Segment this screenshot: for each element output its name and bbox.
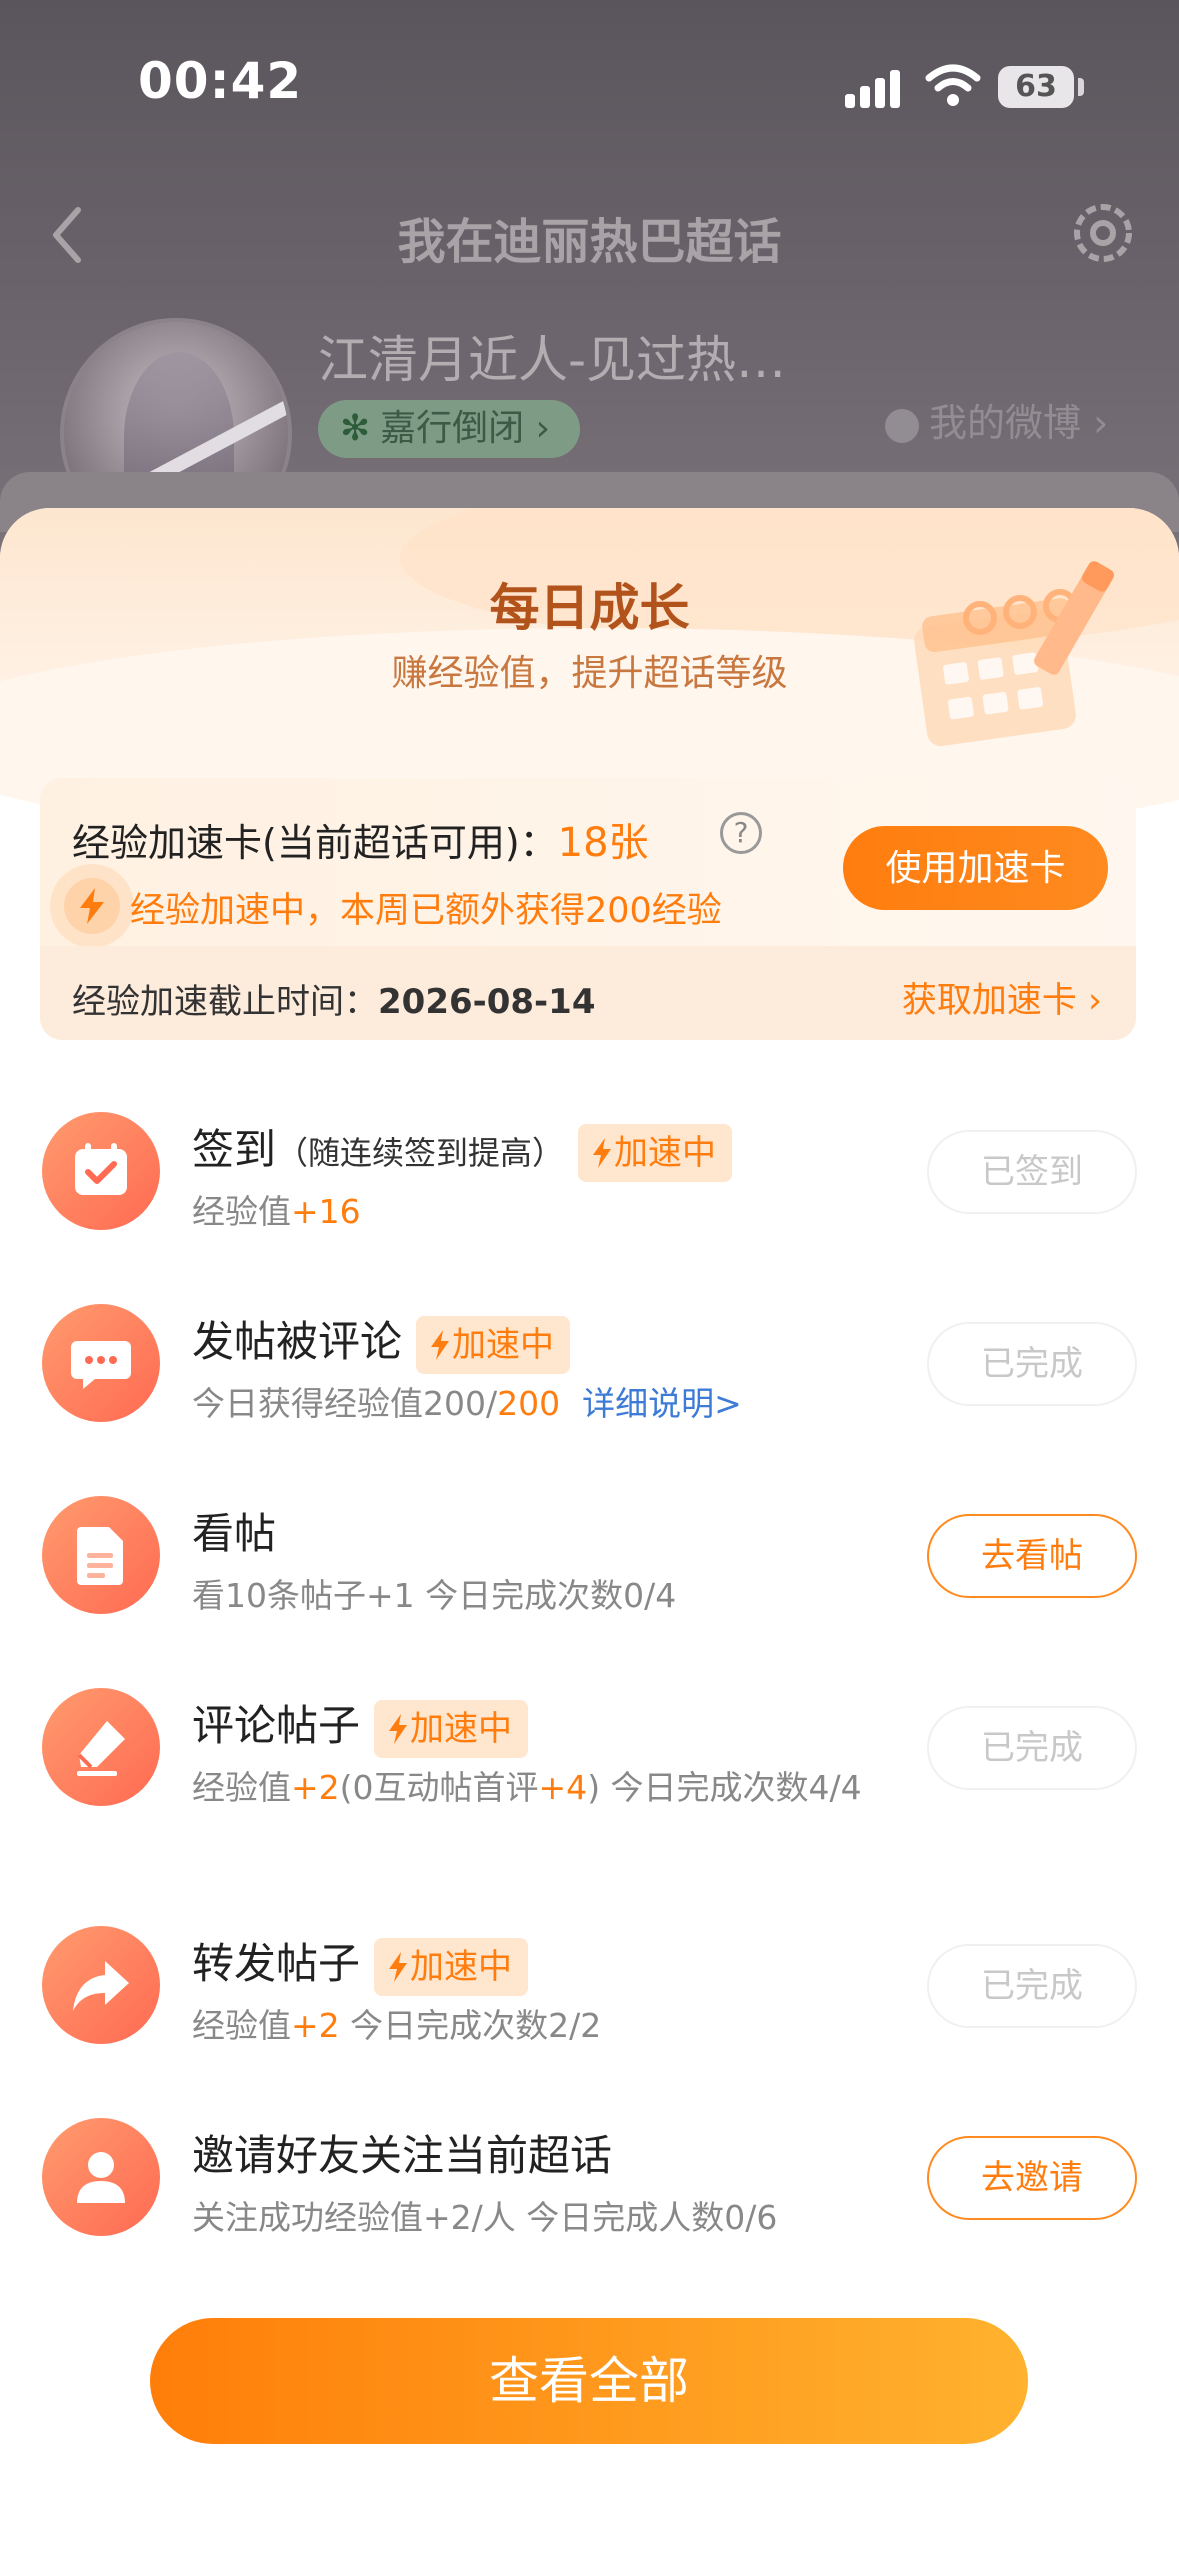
- nav-bar: 我在迪丽热巴超话: [0, 180, 1179, 290]
- help-icon[interactable]: ?: [720, 812, 762, 854]
- go-view-button[interactable]: 去看帖: [927, 1514, 1137, 1598]
- my-weibo-link[interactable]: 我的微博 ›: [885, 392, 1108, 447]
- boost-tag: 加速中: [578, 1123, 733, 1182]
- task-title-text: 签到: [192, 1125, 277, 1174]
- task-note: （随连续签到提高）: [276, 1134, 565, 1172]
- boost-label: 加速中: [452, 1324, 555, 1365]
- task-desc-highlight: 200: [497, 1384, 561, 1423]
- chevron-right-icon: ›: [535, 408, 551, 449]
- task-repost: 转发帖子 加速中 经验值+2 今日完成次数2/2 已完成: [0, 1890, 1179, 2080]
- boost-tag: 加速中: [374, 1937, 529, 1996]
- task-post-commented: 发帖被评论 加速中 今日获得经验值200/200 详细说明> 已完成: [0, 1268, 1179, 1458]
- sheet-subtitle: 赚经验值，提升超话等级: [391, 653, 788, 694]
- task-title: 评论帖子 加速中: [192, 1692, 529, 1758]
- cellular-signal-icon: [845, 68, 905, 108]
- go-invite-button[interactable]: 去邀请: [927, 2136, 1137, 2220]
- get-speed-card-link[interactable]: 获取加速卡 ›: [902, 972, 1102, 1023]
- speed-deadline: 经验加速截止时间：2026-08-14: [72, 974, 595, 1023]
- status-time: 00:42: [138, 52, 303, 110]
- calendar-check-icon: [42, 1112, 160, 1230]
- deadline-label: 经验加速截止时间：: [72, 982, 378, 1022]
- person-icon: [42, 2118, 160, 2236]
- task-done-button[interactable]: 已完成: [927, 1706, 1137, 1790]
- use-speed-card-button[interactable]: 使用加速卡: [843, 826, 1108, 910]
- task-desc: 经验值+16: [192, 1188, 892, 1236]
- person-icon: [885, 408, 919, 443]
- task-desc: 关注成功经验值+2/人 今日完成人数0/6: [192, 2198, 778, 2237]
- speed-card-count: 18张: [557, 820, 649, 866]
- task-desc-text: 今日完成次数2/2: [339, 2006, 602, 2045]
- deadline-date: 2026-08-14: [378, 982, 596, 1022]
- task-invite-friends: 邀请好友关注当前超话 关注成功经验值+2/人 今日完成人数0/6 去邀请: [0, 2082, 1179, 2272]
- boost-label: 加速中: [410, 1708, 513, 1749]
- task-comment-posts: 评论帖子 加速中 经验值+2(0互动帖首评+4) 今日完成次数4/4 已完成: [0, 1652, 1179, 1882]
- page-title: 我在迪丽热巴超话: [397, 214, 782, 270]
- gear-icon[interactable]: [1065, 195, 1141, 271]
- boost-tag: 加速中: [416, 1315, 571, 1374]
- task-desc-text: 经验值: [192, 2006, 291, 2045]
- group-tag-label: 嘉行倒闭: [380, 408, 525, 449]
- task-desc: 今日获得经验值200/200 详细说明>: [192, 1380, 892, 1428]
- share-arrow-icon: [42, 1926, 160, 2044]
- details-link[interactable]: 详细说明>: [582, 1384, 742, 1423]
- speed-card-bottom: 经验加速截止时间：2026-08-14 获取加速卡 ›: [40, 946, 1136, 1040]
- chat-bubble-icon: [42, 1304, 160, 1422]
- sheet-title: 每日成长: [489, 579, 690, 637]
- speed-card-panel: 经验加速卡(当前超话可用)：18张 ? 经验加速中，本周已额外获得200经验 使…: [40, 778, 1136, 1040]
- my-weibo-label: 我的微博 ›: [929, 401, 1109, 445]
- task-desc: 经验值+2 今日完成次数2/2: [192, 2002, 892, 2050]
- task-desc-highlight: +16: [291, 1192, 361, 1231]
- battery-icon: 63: [998, 66, 1074, 108]
- task-desc: 经验值+2(0互动帖首评+4) 今日完成次数4/4: [192, 1764, 892, 1812]
- speed-card-top: 经验加速卡(当前超话可用)：18张 ? 经验加速中，本周已额外获得200经验 使…: [40, 778, 1136, 946]
- task-title: 转发帖子 加速中: [192, 1930, 529, 1996]
- speed-card-label-text: 经验加速卡(当前超话可用)：: [72, 821, 558, 865]
- task-title-text: 转发帖子: [192, 1939, 361, 1988]
- task-desc-text: 经验值: [192, 1768, 291, 1807]
- task-view-posts: 看帖 看10条帖子+1 今日完成次数0/4 去看帖: [0, 1460, 1179, 1650]
- speed-card-label: 经验加速卡(当前超话可用)：18张: [72, 810, 649, 868]
- task-checkin: 签到（随连续签到提高） 加速中 经验值+16 已签到: [0, 1076, 1179, 1266]
- daily-growth-sheet: 每日成长 赚经验值，提升超话等级 经验加速卡(当前超话可用)：18张 ? 经验加…: [0, 508, 1179, 2556]
- task-title: 签到（随连续签到提高） 加速中: [192, 1116, 733, 1182]
- task-desc-highlight: +4: [538, 1768, 588, 1807]
- task-done-button[interactable]: 已完成: [927, 1944, 1137, 2028]
- task-title-text: 发帖被评论: [192, 1317, 403, 1366]
- eraser-pen-icon: [42, 1688, 160, 1806]
- task-desc-highlight: +2: [291, 1768, 340, 1807]
- task-title-text: 评论帖子: [192, 1701, 361, 1750]
- boost-label: 加速中: [410, 1946, 513, 1987]
- task-title: 邀请好友关注当前超话: [192, 2131, 613, 2180]
- speed-status: 经验加速中，本周已额外获得200经验: [130, 891, 722, 931]
- bolt-icon: [64, 878, 120, 934]
- snowflake-icon: ✻: [340, 408, 371, 449]
- boost-label: 加速中: [614, 1132, 717, 1173]
- task-desc-text: 今日获得经验值200/: [192, 1384, 498, 1423]
- document-icon: [42, 1496, 160, 1614]
- task-desc: 看10条帖子+1 今日完成次数0/4: [192, 1576, 677, 1615]
- group-tag[interactable]: ✻ 嘉行倒闭 ›: [318, 400, 581, 458]
- wifi-icon: [925, 64, 981, 106]
- task-title: 发帖被评论 加速中: [192, 1308, 571, 1374]
- task-done-button[interactable]: 已完成: [927, 1322, 1137, 1406]
- task-desc-highlight: +2: [291, 2006, 340, 2045]
- task-title: 看帖: [192, 1509, 277, 1558]
- user-name: 江清月近人-见过热…: [318, 331, 787, 389]
- task-desc-text: (0互动帖首评: [339, 1768, 539, 1807]
- status-bar: 00:42 63: [0, 0, 1179, 170]
- view-all-button[interactable]: 查看全部: [150, 2318, 1028, 2444]
- boost-tag: 加速中: [374, 1699, 529, 1758]
- task-desc-text: 经验值: [192, 1192, 291, 1231]
- task-desc-text: ) 今日完成次数4/4: [587, 1768, 862, 1807]
- task-done-button[interactable]: 已签到: [927, 1130, 1137, 1214]
- battery-tip: [1078, 78, 1084, 96]
